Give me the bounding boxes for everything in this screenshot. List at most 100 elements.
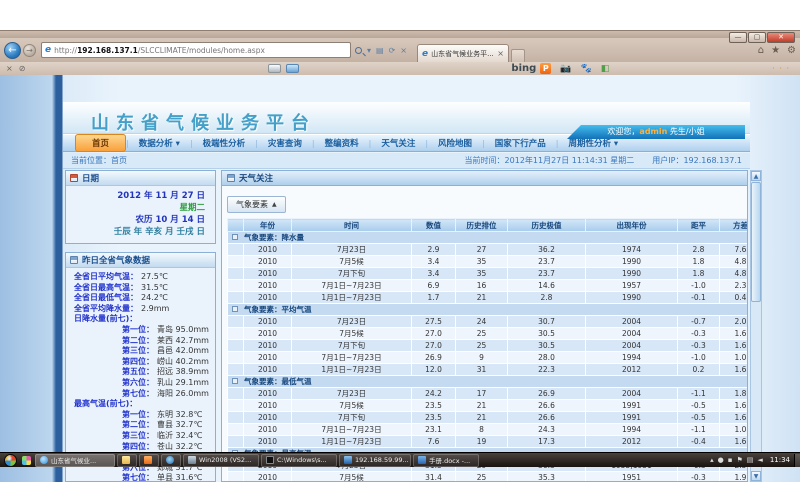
scrollbar-thumb[interactable]: [751, 182, 761, 302]
col-header-1[interactable]: 时间: [292, 219, 412, 232]
tray-icon-4[interactable]: ▤: [747, 456, 754, 464]
taskbar-window-pinned-1[interactable]: [117, 454, 137, 467]
tray-icon-2[interactable]: ▪: [728, 456, 733, 464]
taskbar-window-pinned-3[interactable]: [161, 454, 181, 467]
taskbar-window-0[interactable]: 山东省气候业...: [35, 454, 115, 467]
date-panel-title: 日期: [82, 172, 99, 184]
tray-icon-0[interactable]: ▴: [710, 456, 714, 464]
table-row[interactable]: 20107月5候3.43523.719901.84.8: [228, 256, 749, 268]
expand-icon[interactable]: [232, 234, 238, 240]
compatibility-view-icon[interactable]: ▤: [376, 46, 384, 55]
search-icon[interactable]: [355, 47, 362, 54]
tray-icon-1[interactable]: ●: [718, 456, 724, 464]
overflow-dots-icon[interactable]: · · ·: [772, 64, 790, 73]
stop-icon[interactable]: ×: [400, 46, 407, 55]
refresh-icon[interactable]: ⟳: [389, 46, 396, 55]
group-row-1[interactable]: 气象要素：平均气温: [228, 304, 749, 316]
group-row-0[interactable]: 气象要素：降水量: [228, 232, 749, 244]
table-row[interactable]: 20107月5候23.52126.61991-0.51.6: [228, 400, 749, 412]
cell-0: 2010: [244, 364, 292, 376]
cell-3: 24: [456, 316, 508, 328]
maximize-button[interactable]: ▢: [748, 32, 766, 43]
table-row[interactable]: 20107月5候31.42535.31951-0.31.9: [228, 472, 749, 483]
col-header-2[interactable]: 数值: [412, 219, 456, 232]
paw-icon[interactable]: 🐾: [581, 64, 592, 74]
cell-6: -0.4: [678, 436, 720, 448]
table-row[interactable]: 20107月23日27.52430.72004-0.72.0: [228, 316, 749, 328]
weather-line-5: 第一位：青岛 95.0mm: [66, 325, 215, 336]
cell-5: 1991: [586, 412, 678, 424]
table-row[interactable]: 20107月下旬27.02530.52004-0.31.6: [228, 340, 749, 352]
pinwheel-app-icon[interactable]: [22, 456, 31, 465]
table-row[interactable]: 20107月1日~7月23日23.1824.31994-1.11.0: [228, 424, 749, 436]
row-checkbox-cell: [228, 280, 244, 292]
taskbar-window-6[interactable]: 192.168.59.99...: [339, 454, 411, 467]
table-row[interactable]: 20101月1日~7月23日1.7212.81990-0.10.4: [228, 292, 749, 304]
col-header-5[interactable]: 出现年份: [586, 219, 678, 232]
taskbar-window-5[interactable]: C:\Windows\s...: [261, 454, 337, 467]
scroll-up-icon[interactable]: ▲: [751, 171, 761, 181]
table-row[interactable]: 20107月下旬3.43523.719901.84.8: [228, 268, 749, 280]
taskbar-window-7[interactable]: 手册.docx -...: [413, 454, 479, 467]
nav-item-6[interactable]: 风险地图: [428, 135, 482, 151]
element-filter-button[interactable]: 气象要素▲: [227, 196, 286, 213]
weather-line-value: 莱西 42.7mm: [157, 336, 209, 345]
nav-item-5[interactable]: 天气关注: [371, 135, 425, 151]
scroll-down-icon[interactable]: ▼: [751, 471, 761, 481]
close-toolbar-icon[interactable]: ×: [6, 64, 13, 73]
new-tab-button[interactable]: [511, 49, 525, 62]
user-ip: 用户IP：192.168.137.1: [652, 155, 742, 166]
cell-6: -0.7: [678, 316, 720, 328]
expand-icon[interactable]: [232, 378, 238, 384]
col-header-7[interactable]: 方差: [720, 219, 749, 232]
puzzle-icon[interactable]: ◧: [601, 64, 610, 74]
back-button[interactable]: ←: [4, 42, 21, 59]
cell-5: 2004: [586, 388, 678, 400]
nav-item-0[interactable]: 首页: [75, 134, 126, 152]
taskbar-window-4[interactable]: Win2008 (VS2...: [183, 454, 259, 467]
tray-icon-5[interactable]: ◄: [757, 456, 762, 464]
nav-item-3[interactable]: 灾害查询: [258, 135, 312, 151]
nav-item-7[interactable]: 国家下行产品: [485, 135, 556, 151]
table-row[interactable]: 20107月23日24.21726.92004-1.11.8: [228, 388, 749, 400]
group-row-2[interactable]: 气象要素：最低气温: [228, 376, 749, 388]
minimize-button[interactable]: —: [729, 32, 747, 43]
table-row[interactable]: 20107月1日~7月23日26.9928.01994-1.01.0: [228, 352, 749, 364]
p-logo-icon[interactable]: P: [540, 63, 551, 74]
cell-2: 3.4: [412, 256, 456, 268]
table-row[interactable]: 20101月1日~7月23日7.61917.32012-0.41.6: [228, 436, 749, 448]
blocked-plugin-icon[interactable]: ⊘: [19, 64, 26, 73]
page-scrollbar[interactable]: ▲ ▼: [750, 170, 762, 482]
table-row[interactable]: 20107月1日~7月23日6.91614.61957-1.02.3: [228, 280, 749, 292]
col-header-0[interactable]: 年份: [244, 219, 292, 232]
browser-tab[interactable]: e 山东省气候业务平... ×: [417, 44, 509, 62]
expand-icon[interactable]: [232, 306, 238, 312]
table-row[interactable]: 20101月1日~7月23日12.03122.320120.21.6: [228, 364, 749, 376]
tools-gear-icon[interactable]: ⚙: [787, 45, 796, 56]
close-button[interactable]: ✕: [767, 32, 795, 43]
nav-item-2[interactable]: 极端性分析: [193, 135, 256, 151]
mail-icon[interactable]: [286, 64, 299, 73]
favorites-star-icon[interactable]: ★: [771, 45, 780, 56]
card-icon[interactable]: [268, 64, 281, 73]
taskbar-window-pinned-2[interactable]: [139, 454, 159, 467]
nav-item-4[interactable]: 整编资料: [315, 135, 369, 151]
home-icon[interactable]: ⌂: [758, 45, 764, 56]
tab-close-icon[interactable]: ×: [497, 49, 504, 58]
address-bar[interactable]: e http://192.168.137.1/SLCCLIMATE/module…: [41, 42, 351, 58]
col-header-6[interactable]: 距平: [678, 219, 720, 232]
start-button[interactable]: [4, 454, 17, 467]
camera-icon[interactable]: 📷: [560, 64, 571, 74]
forward-button[interactable]: →: [23, 44, 36, 57]
tray-icon-3[interactable]: ⚑: [737, 456, 743, 464]
table-row[interactable]: 20107月5候27.02530.52004-0.31.6: [228, 328, 749, 340]
col-header-3[interactable]: 历史排位: [456, 219, 508, 232]
bing-logo[interactable]: bing: [511, 63, 536, 74]
table-row[interactable]: 20107月23日2.92736.219742.87.6: [228, 244, 749, 256]
window-titlebar[interactable]: [0, 30, 800, 38]
dropdown-arrow-icon[interactable]: ▾: [367, 46, 371, 55]
show-desktop-button[interactable]: [794, 454, 800, 467]
table-row[interactable]: 20107月下旬23.52126.61991-0.51.6: [228, 412, 749, 424]
nav-item-1[interactable]: 数据分析 ▾: [129, 135, 190, 151]
col-header-4[interactable]: 历史极值: [508, 219, 586, 232]
